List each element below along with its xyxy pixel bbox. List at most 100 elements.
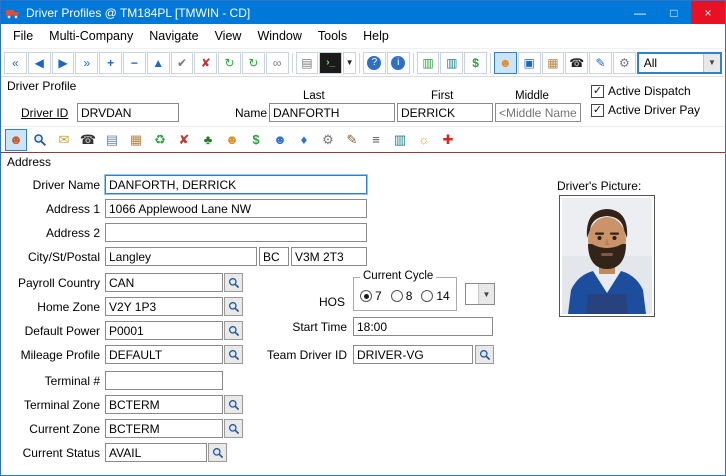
tab-driver-icon[interactable]: ☻ — [5, 129, 27, 151]
tab-grid-icon[interactable]: ▦ — [125, 129, 147, 151]
tab-sun-icon[interactable]: ☼ — [413, 129, 435, 151]
tab-mail-icon[interactable]: ✉ — [53, 129, 75, 151]
current-cycle-groupbox: Current Cycle 7 8 14 — [353, 277, 457, 311]
tab-ledger-icon[interactable]: ▥ — [389, 129, 411, 151]
tab-person-icon[interactable]: ☻ — [221, 129, 243, 151]
postal-input[interactable] — [291, 247, 367, 266]
previous-record-button[interactable]: ◀ — [28, 52, 51, 74]
tab-recycle-icon[interactable]: ♻ — [149, 129, 171, 151]
cancel-button[interactable]: ✘ — [194, 52, 217, 74]
driver-profiles-button[interactable]: ☻ — [494, 52, 517, 74]
tab-pay-icon[interactable]: $ — [245, 129, 267, 151]
current-zone-input[interactable] — [105, 419, 223, 438]
command-prompt-button[interactable]: ›_ — [319, 52, 342, 74]
cycle-combobox[interactable]: ▼ — [465, 283, 495, 305]
last-name-input[interactable] — [269, 103, 395, 122]
card-file-button[interactable]: ▦ — [542, 52, 565, 74]
default-power-input[interactable] — [105, 321, 223, 340]
print-button[interactable]: ▤ — [296, 52, 319, 74]
tab-menu-icon[interactable]: ≡ — [365, 129, 387, 151]
last-column-header: Last — [303, 90, 325, 102]
tab-diamond-icon[interactable]: ♦ — [293, 129, 315, 151]
remove-record-button[interactable]: − — [123, 52, 146, 74]
state-input[interactable] — [259, 247, 289, 266]
refresh-button[interactable]: ↻ — [218, 52, 241, 74]
terminal-number-input[interactable] — [105, 371, 223, 390]
notes-button[interactable]: ✎ — [589, 52, 612, 74]
minimize-button[interactable]: — — [623, 1, 657, 24]
team-driver-id-label: Team Driver ID — [229, 348, 347, 362]
current-status-lookup-button[interactable] — [208, 443, 227, 462]
notebook-button[interactable]: ▥ — [417, 52, 440, 74]
middle-name-input[interactable] — [495, 103, 581, 122]
maximize-button[interactable]: □ — [657, 1, 691, 24]
save-button[interactable]: ✔ — [171, 52, 194, 74]
info-button[interactable]: i — [387, 52, 410, 74]
current-zone-lookup-button[interactable] — [224, 419, 243, 438]
driver-id-label[interactable]: Driver ID — [21, 106, 68, 120]
active-dispatch-checkbox[interactable]: ✓ Active Dispatch — [591, 84, 691, 98]
address2-label: Address 2 — [1, 226, 105, 240]
tab-phone-icon[interactable]: ☎ — [77, 129, 99, 151]
menu-navigate[interactable]: Navigate — [141, 26, 206, 46]
address1-input[interactable] — [105, 199, 367, 218]
home-zone-lookup-button[interactable] — [224, 297, 243, 316]
menu-view[interactable]: View — [207, 26, 250, 46]
city-input[interactable] — [105, 247, 257, 266]
terminal-zone-lookup-button[interactable] — [224, 395, 243, 414]
team-driver-id-input[interactable] — [353, 345, 473, 364]
refresh-all-button[interactable]: ↻ — [242, 52, 265, 74]
toolbar-separator — [292, 53, 293, 73]
team-driver-id-lookup-button[interactable] — [475, 345, 494, 364]
tab-medical-icon[interactable]: ✚ — [437, 129, 459, 151]
tab-search-icon[interactable] — [29, 129, 51, 151]
settings-button[interactable]: ⚙ — [613, 52, 636, 74]
current-status-input[interactable] — [105, 443, 207, 462]
add-record-button[interactable]: + — [99, 52, 122, 74]
phone-button[interactable]: ☎ — [565, 52, 588, 74]
menu-file[interactable]: File — [5, 26, 41, 46]
cycle-8-radio[interactable]: 8 — [391, 289, 413, 303]
active-driver-pay-checkbox[interactable]: ✓ Active Driver Pay — [591, 103, 700, 117]
ledger-button[interactable]: ▥ — [440, 52, 463, 74]
first-name-input[interactable] — [397, 103, 493, 122]
terminal-zone-input[interactable] — [105, 395, 223, 414]
driver-id-input[interactable] — [77, 103, 179, 122]
tab-delete-icon[interactable]: ✘ — [173, 129, 195, 151]
tab-tree-icon[interactable]: ♣ — [197, 129, 219, 151]
money-button[interactable]: $ — [464, 52, 487, 74]
move-up-button[interactable]: ▲ — [147, 52, 170, 74]
cycle-14-radio[interactable]: 14 — [421, 289, 449, 303]
filter-combobox-arrow[interactable]: ▼ — [703, 54, 720, 72]
start-time-label: Start Time — [241, 320, 347, 334]
menu-help[interactable]: Help — [355, 26, 397, 46]
driver-profile-section-title: Driver Profile — [7, 79, 76, 93]
close-button[interactable]: × — [691, 1, 725, 24]
tab-notes-icon[interactable]: ✎ — [341, 129, 363, 151]
computer-button[interactable]: ▣ — [518, 52, 541, 74]
mileage-profile-input[interactable] — [105, 345, 223, 364]
filter-combobox[interactable]: All ▼ — [637, 52, 722, 74]
start-time-input[interactable] — [353, 317, 493, 336]
tab-team-icon[interactable]: ☻ — [269, 129, 291, 151]
last-record-button[interactable]: » — [75, 52, 98, 74]
help-globe-button[interactable]: ? — [363, 52, 386, 74]
menu-window[interactable]: Window — [249, 26, 309, 46]
payroll-country-input[interactable] — [105, 273, 223, 292]
tab-settings-icon[interactable]: ⚙ — [317, 129, 339, 151]
next-record-button[interactable]: ▶ — [52, 52, 75, 74]
cycle-7-radio[interactable]: 7 — [360, 289, 382, 303]
view-binoculars-button[interactable]: ∞ — [266, 52, 289, 74]
command-prompt-dropdown-arrow[interactable]: ▼ — [343, 52, 356, 74]
middle-column-header: Middle — [515, 90, 549, 102]
payroll-country-lookup-button[interactable] — [224, 273, 243, 292]
address2-input[interactable] — [105, 223, 367, 242]
menu-tools[interactable]: Tools — [310, 26, 355, 46]
driver-name-input[interactable] — [105, 175, 367, 194]
home-zone-input[interactable] — [105, 297, 223, 316]
menu-multi-company[interactable]: Multi-Company — [41, 26, 141, 46]
cycle-combobox-arrow[interactable]: ▼ — [478, 284, 494, 304]
first-record-button[interactable]: « — [4, 52, 27, 74]
tab-list-icon[interactable]: ▤ — [101, 129, 123, 151]
window-title: Driver Profiles @ TM184PL [TMWIN - CD] — [26, 6, 250, 20]
